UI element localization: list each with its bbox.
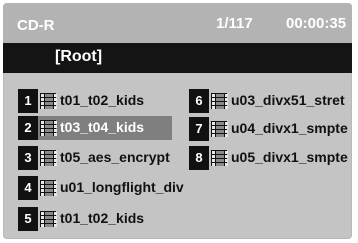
playback-time: 00:00:35 [286,15,347,32]
file-item-6[interactable]: 6 u03_divx51_stret [189,89,349,113]
file-name: u01_longflight_div [60,179,184,195]
file-name: t01_t02_kids [60,210,145,226]
file-name: t05_aes_encrypt [60,149,170,165]
file-number: 4 [18,176,38,200]
file-name: u05_divx1_smpte [231,149,348,165]
file-number: 3 [18,146,38,170]
file-item-3[interactable]: 3 t05_aes_encrypt [18,146,178,170]
file-item-5[interactable]: 5 t01_t02_kids [18,207,168,231]
file-item-8[interactable]: 8 u05_divx1_smpte [189,146,349,170]
video-file-icon [211,121,228,137]
video-file-icon [211,93,228,109]
file-name: t01_t02_kids [60,92,145,108]
file-counter: 1/117 [216,15,253,32]
file-name: u04_divx1_smpte [231,120,348,136]
folder-path-bar: [Root] [3,43,352,73]
file-name: t03_t04_kids [60,119,145,135]
file-number: 1 [18,89,38,113]
disc-type-label: CD-R [17,17,55,34]
file-number: 5 [18,207,38,231]
file-item-4[interactable]: 4 u01_longflight_div [18,176,198,200]
file-number: 7 [189,117,209,141]
video-file-icon [40,93,57,109]
file-browser-screen: CD-R 1/117 00:00:35 [Root] 1 t01_t02_kid… [3,3,352,239]
file-item-7[interactable]: 7 u04_divx1_smpte [189,117,349,141]
video-file-icon [40,150,57,166]
file-number: 2 [18,116,38,140]
video-file-icon [40,120,57,136]
file-number: 8 [189,146,209,170]
file-item-1[interactable]: 1 t01_t02_kids [18,89,168,113]
file-item-2[interactable]: 2 t03_t04_kids [18,116,178,140]
file-name: u03_divx51_stret [231,92,345,108]
video-file-icon [211,150,228,166]
file-number: 6 [189,89,209,113]
status-bar: CD-R 1/117 00:00:35 [3,3,352,43]
folder-path: [Root] [55,48,103,65]
video-file-icon [40,180,57,196]
video-file-icon [40,211,57,227]
